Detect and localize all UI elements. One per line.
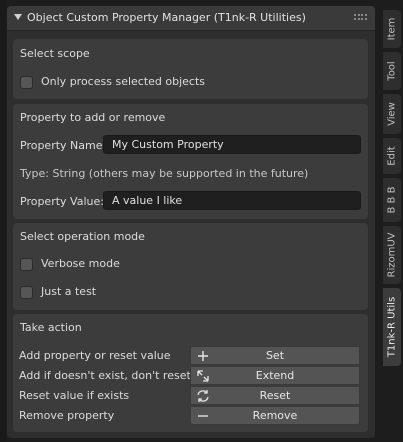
remove-description: Remove property [19, 409, 115, 422]
verbose-mode-label[interactable]: Verbose mode [41, 257, 120, 270]
set-button-label: Set [265, 349, 285, 362]
reset-button[interactable]: Reset [190, 386, 360, 405]
remove-button[interactable]: Remove [190, 406, 360, 425]
set-description: Add property or reset value [19, 349, 171, 362]
extend-button-label: Extend [255, 369, 295, 382]
property-name-input[interactable] [103, 135, 361, 154]
left-edge-strip [0, 0, 6, 442]
collapse-chevron-icon[interactable] [14, 14, 22, 20]
tab-item-label: Item [386, 17, 398, 41]
panel-title: Object Custom Property Manager (T1nk-R U… [27, 11, 306, 24]
tab-bbb[interactable]: B B B [383, 178, 401, 222]
verbose-mode-checkbox[interactable] [20, 258, 33, 271]
tab-t1nk-r-utils[interactable]: T1nk-R Utils [383, 288, 401, 366]
property-title: Property to add or remove [20, 111, 166, 124]
reset-button-label: Reset [259, 389, 291, 402]
mode-box: Select operation mode Verbose mode Just … [13, 223, 368, 310]
tab-view[interactable]: View [383, 94, 401, 134]
tab-edit-label: Edit [386, 146, 398, 166]
scope-title: Select scope [20, 47, 90, 60]
drag-grip-icon[interactable] [354, 14, 367, 21]
tab-view-label: View [386, 102, 398, 126]
set-button[interactable]: Set [190, 346, 360, 365]
only-selected-checkbox[interactable] [20, 76, 33, 89]
tab-edit[interactable]: Edit [383, 138, 401, 174]
tab-rizomuv-label: RizomUV [386, 232, 398, 278]
tab-item[interactable]: Item [383, 10, 401, 48]
only-selected-label[interactable]: Only process selected objects [41, 75, 205, 88]
action-title: Take action [20, 321, 82, 334]
tab-bbb-label: B B B [386, 186, 398, 214]
panel-header[interactable]: Object Custom Property Manager (T1nk-R U… [7, 6, 375, 31]
tab-tool[interactable]: Tool [383, 52, 401, 90]
sidebar-tabs: Item Tool View Edit B B B RizomUV T1nk-R… [382, 0, 403, 442]
tab-tool-label: Tool [386, 61, 398, 81]
mode-title: Select operation mode [20, 230, 145, 243]
just-a-test-checkbox[interactable] [20, 286, 33, 299]
action-box: Take action Add property or reset value … [13, 314, 368, 432]
remove-button-label: Remove [252, 409, 298, 422]
property-value-label: Property Value: [20, 195, 104, 208]
property-manager-panel: Object Custom Property Manager (T1nk-R U… [7, 6, 375, 438]
property-box: Property to add or remove Property Name:… [13, 104, 368, 219]
scope-box: Select scope Only process selected objec… [13, 39, 368, 99]
property-type-info: Type: String (others may be supported in… [20, 167, 309, 180]
extend-description: Add if doesn't exist, don't reset [19, 369, 191, 382]
reset-description: Reset value if exists [19, 389, 130, 402]
tab-t1nk-r-utils-label: T1nk-R Utils [386, 296, 398, 358]
just-a-test-label[interactable]: Just a test [41, 285, 96, 298]
property-name-label: Property Name: [20, 139, 107, 152]
property-value-input[interactable] [103, 191, 361, 210]
extend-button[interactable]: Extend [190, 366, 360, 385]
tab-rizomuv[interactable]: RizomUV [383, 226, 401, 284]
